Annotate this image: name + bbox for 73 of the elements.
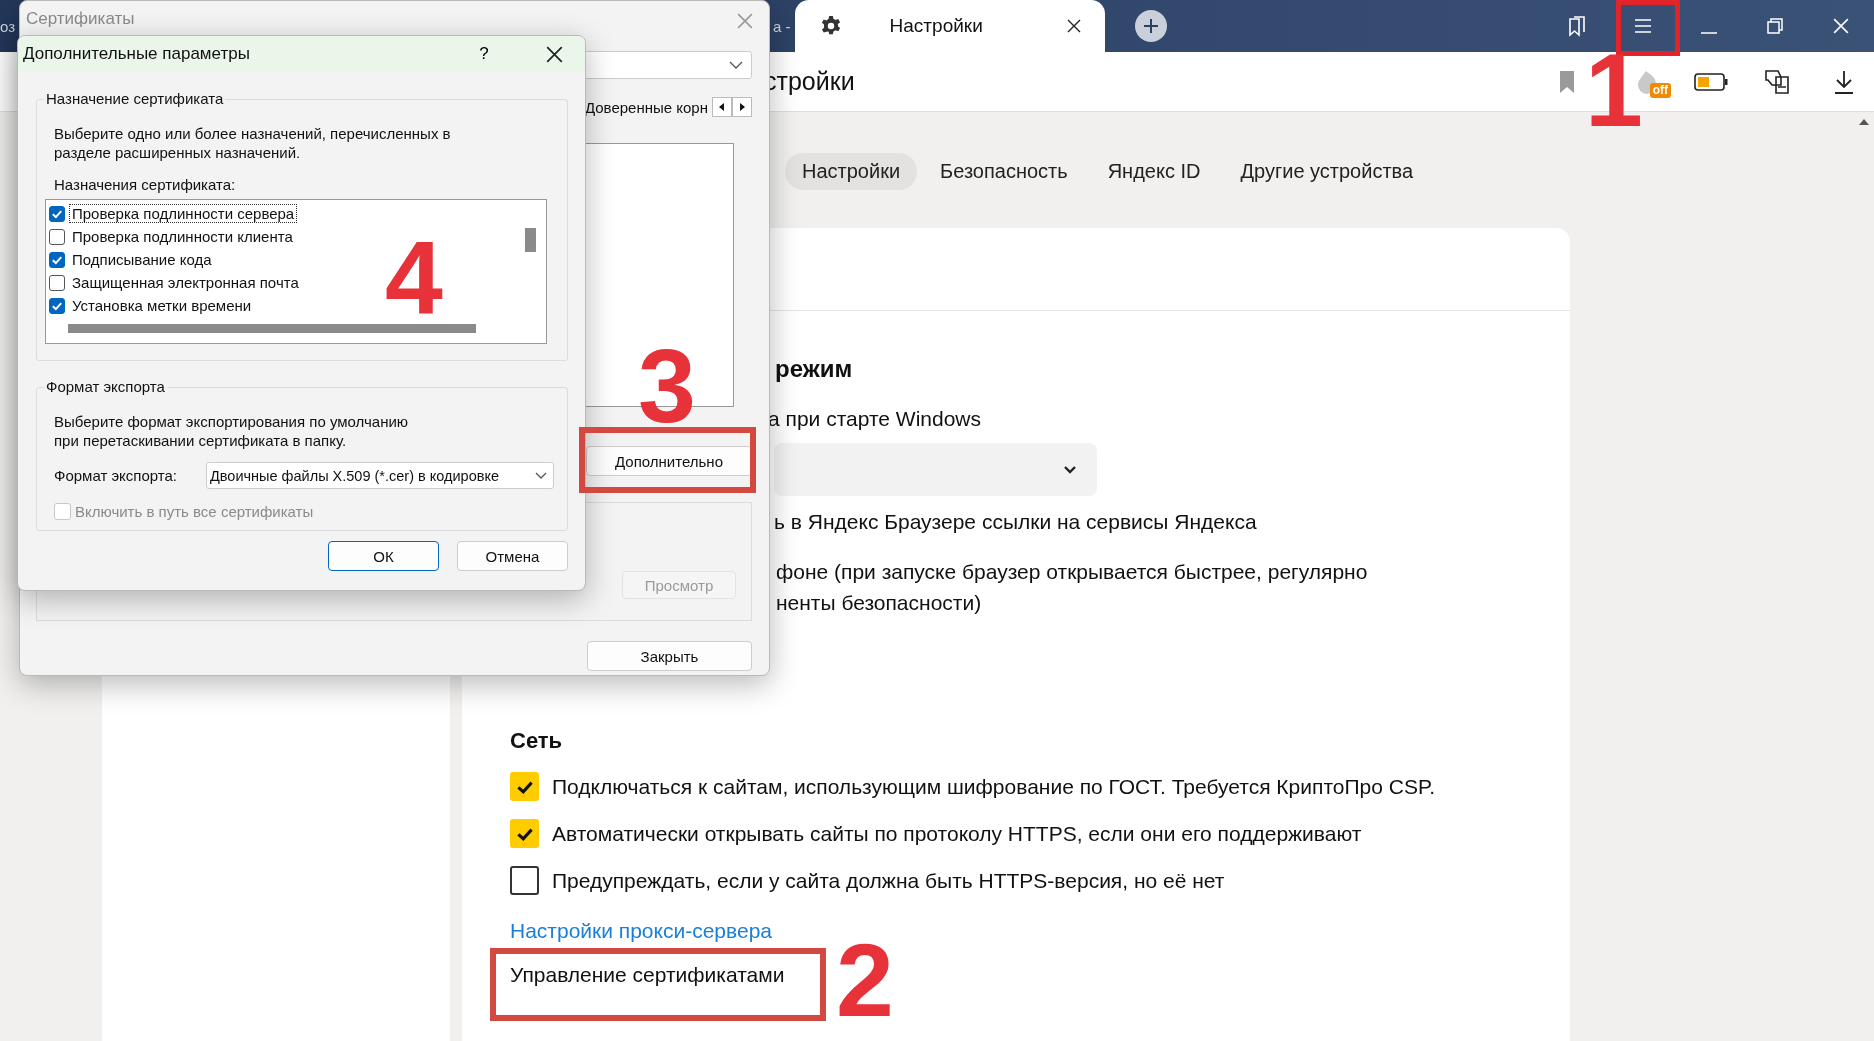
highlight-frame (1616, 0, 1680, 56)
dialog-title: Дополнительные параметры (23, 44, 251, 64)
scroll-left-button[interactable] (712, 97, 732, 117)
check-icon (516, 781, 533, 794)
window-title: Сертификаты (26, 9, 136, 29)
close-icon (1833, 18, 1849, 34)
minimize-icon (1700, 32, 1718, 34)
restore-icon (1766, 17, 1784, 35)
certificates-link[interactable]: Управление сертификатами (510, 963, 785, 987)
checkbox-label: Проверка подлинности клиента (71, 227, 294, 246)
check-icon (51, 301, 63, 310)
settings-tab[interactable]: Другие устройства (1223, 152, 1431, 190)
advanced-button[interactable]: Дополнительно (586, 446, 752, 476)
chevron-icon (729, 61, 743, 69)
close-icon (737, 13, 753, 29)
menu-icon (1634, 19, 1652, 33)
checkbox-label: Установка метки времени (71, 296, 253, 315)
bookmarks-icon (1567, 15, 1587, 37)
left-arrow-icon (718, 102, 726, 112)
checkbox-label: Предупреждать, если у сайта должна быть HTTPS-версия, но её нет (552, 868, 1225, 893)
new-tab-button[interactable] (1134, 10, 1167, 42)
tab-title[interactable]: а - (773, 17, 791, 35)
checkbox-label: Включить в путь все сертификаты (75, 503, 314, 520)
step-number: 3 (638, 334, 696, 438)
list-label: Назначения сертификата: (54, 176, 237, 193)
proxy-link[interactable]: Настройки прокси-сервера (510, 919, 772, 943)
browser-tab[interactable]: Настройки (794, 0, 1105, 52)
checkbox-label: Защищенная электронная почта (71, 273, 300, 292)
ok-button[interactable]: ОК (328, 541, 439, 571)
checkbox-label: Проверка подлинности сервера (69, 204, 298, 223)
help-button[interactable]: ? (464, 44, 504, 64)
step-number: 4 (385, 226, 443, 330)
settings-tab[interactable]: Безопасность (923, 152, 1085, 190)
section-heading: режим (775, 355, 853, 383)
checkbox[interactable] (49, 297, 65, 314)
scroll-up-icon[interactable] (1858, 118, 1870, 126)
description: Выберите формат экспортирования по умолчанию при перетаскивании сертификата в папку. (54, 412, 410, 450)
cancel-button[interactable]: Отмена (457, 541, 568, 571)
tab-title[interactable]: оз (0, 17, 16, 35)
format-dropdown[interactable]: Двоичные файлы X.509 (*.cer) в кодировке (206, 462, 554, 489)
bookmark-icon (1558, 69, 1576, 94)
section-heading: Сеть (510, 728, 563, 754)
right-arrow-icon (738, 102, 746, 112)
close-button[interactable]: Закрыть (587, 641, 752, 671)
checkbox[interactable] (510, 866, 539, 895)
checkbox[interactable] (49, 228, 65, 245)
checkbox[interactable] (49, 251, 65, 268)
checkbox[interactable] (49, 205, 65, 222)
tab-title[interactable]: Доверенные корн (584, 98, 708, 116)
chevron-icon (1063, 464, 1077, 475)
chevron-icon (535, 471, 547, 480)
scroll-right-button[interactable] (732, 97, 752, 117)
check-icon (51, 255, 63, 264)
field-label: Формат экспорта: (54, 467, 179, 484)
check-icon (51, 209, 63, 218)
plus-icon (1141, 17, 1160, 35)
close-icon (1066, 19, 1081, 33)
setting-label: фоне (при запуске браузер открывается быстрее, регулярно ненты безопасности) (776, 559, 1368, 616)
setting-label: ь в Яндекс Браузере ссылки на сервисы Яндекса (774, 510, 1257, 534)
checkbox-label: Подписывание кода (71, 250, 213, 269)
gear-icon (819, 15, 842, 37)
description: Выберите одно или более назначений, перечисленных в разделе расширенных назначений. (54, 124, 452, 162)
step-number: 2 (836, 928, 894, 1032)
settings-tab[interactable]: Настройки (785, 152, 918, 190)
group-title: Назначение сертификата (44, 90, 226, 107)
checkbox-label: Подключаться к сайтам, использующим шифрование по ГОСТ. Требуется КриптоПро CSP. (552, 774, 1436, 799)
check-icon (516, 828, 533, 841)
checkbox[interactable] (49, 274, 65, 291)
scrollbar-thumb[interactable] (68, 324, 476, 333)
checkbox-label: Автоматически открывать сайты по протоколу HTTPS, если они его поддерживают (552, 821, 1362, 846)
scrollbar-thumb[interactable] (525, 228, 536, 252)
close-icon (546, 45, 563, 63)
settings-tab[interactable]: Яндекс ID (1090, 152, 1218, 190)
